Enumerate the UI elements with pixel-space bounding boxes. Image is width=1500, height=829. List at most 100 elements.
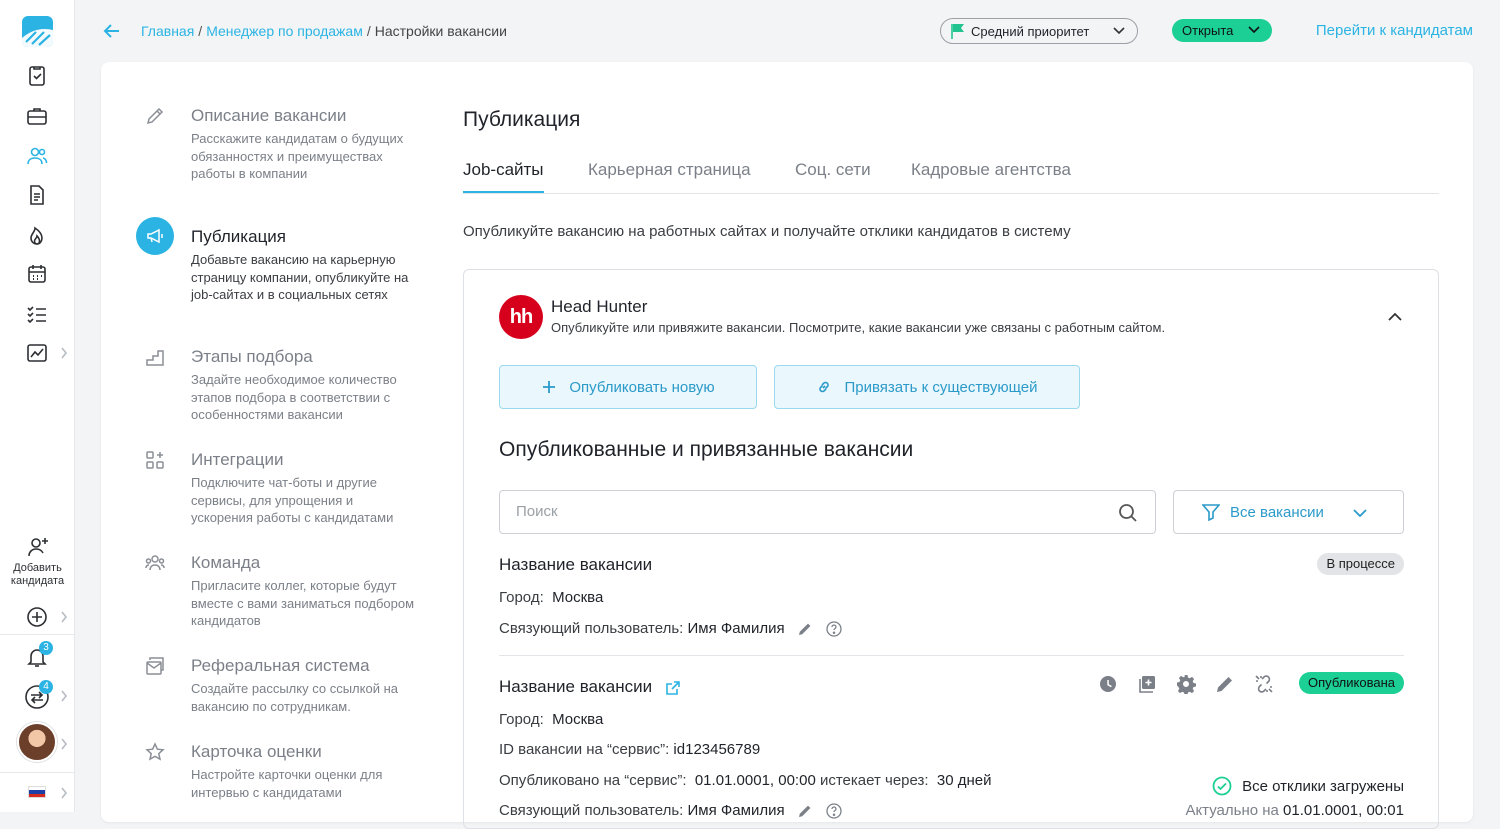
loaded-label: Все отклики загружены <box>1242 777 1404 795</box>
step-scorecard[interactable]: Карточка оценки Настройте карточки оценк… <box>191 742 416 801</box>
headhunter-panel: hh Head Hunter Опубликуйте или привяжите… <box>463 269 1439 829</box>
step-description[interactable]: Описание вакансии Расскажите кандидатам … <box>191 106 416 183</box>
id-value: id123456789 <box>673 741 761 758</box>
edit-icon[interactable] <box>1215 674 1235 694</box>
pencil-icon[interactable] <box>797 621 813 637</box>
gear-icon[interactable] <box>1176 674 1196 694</box>
user-avatar[interactable] <box>17 722 57 762</box>
chevron-right-icon[interactable] <box>60 690 68 702</box>
divider <box>499 655 1404 656</box>
vacancy-linked-user: Связующий пользователь: Имя Фамилия <box>499 620 842 637</box>
external-link-icon[interactable] <box>665 680 681 696</box>
tab-agencies[interactable]: Кадровые агентства <box>911 160 1071 180</box>
provider-name: Head Hunter <box>551 297 648 316</box>
calendar-icon[interactable] <box>26 263 48 285</box>
step-title: Интеграции <box>191 450 284 469</box>
back-arrow-icon[interactable] <box>103 22 121 40</box>
step-referral[interactable]: Реферальная система Создайте рассылку со… <box>191 656 416 715</box>
city-value: Москва <box>552 589 604 606</box>
unlink-icon[interactable] <box>1254 674 1274 694</box>
step-team[interactable]: Команда Пригласите коллег, которые будут… <box>191 553 416 630</box>
page-title: Публикация <box>463 108 581 131</box>
chevron-right-icon[interactable] <box>60 347 68 359</box>
actual-label: Актуально на <box>1185 802 1279 819</box>
breadcrumb-current: Настройки вакансии <box>374 23 507 39</box>
help-icon[interactable] <box>825 803 842 819</box>
vacancy-title: Название вакансии <box>499 555 653 574</box>
tab-social[interactable]: Соц. сети <box>795 160 871 180</box>
pencil-icon[interactable] <box>797 803 813 819</box>
step-title: Публикация <box>191 227 287 246</box>
plus-icon <box>543 381 556 393</box>
analytics-icon[interactable] <box>26 342 48 364</box>
actual-value: 01.01.0001, 00:01 <box>1283 802 1404 819</box>
tab-career-page[interactable]: Карьерная страница <box>588 160 751 180</box>
add-circle-icon[interactable] <box>26 606 48 628</box>
icon-rail: Добавить кандидата 3 4 <box>0 0 75 812</box>
flag-icon <box>951 23 965 39</box>
language-flag-icon[interactable] <box>28 786 46 798</box>
vacancies-icon[interactable] <box>26 65 48 87</box>
step-desc: Создайте рассылку со ссылкой на вакансию… <box>191 681 398 714</box>
step-publication[interactable]: Публикация Добавьте вакансию на карьерну… <box>191 227 416 304</box>
expires-label: истекает через: <box>819 772 929 789</box>
vacancy-settings-card: Описание вакансии Расскажите кандидатам … <box>101 62 1473 829</box>
document-icon[interactable] <box>26 184 48 206</box>
responses-loaded-status: Все отклики загружены <box>1212 776 1404 796</box>
step-desc: Расскажите кандидатам о будущих обязанно… <box>191 131 404 181</box>
app-logo[interactable] <box>22 16 53 47</box>
status-label: Открыта <box>1182 23 1234 38</box>
step-title: Описание вакансии <box>191 106 347 125</box>
filter-icon <box>1202 503 1220 521</box>
chevron-right-icon[interactable] <box>60 611 68 623</box>
rail-divider <box>0 772 75 773</box>
filter-label: Все вакансии <box>1230 503 1324 521</box>
search-icon[interactable] <box>1118 503 1138 523</box>
mail-icon <box>145 656 165 676</box>
vacancy-title-text: Название вакансии <box>499 677 653 696</box>
megaphone-icon <box>136 217 174 255</box>
add-candidate-button[interactable]: Добавить кандидата <box>0 535 75 588</box>
chevron-up-icon[interactable] <box>1388 312 1402 322</box>
city-value: Москва <box>552 711 604 728</box>
rail-divider <box>0 634 75 635</box>
status-badge: В процессе <box>1317 553 1404 575</box>
breadcrumb-home[interactable]: Главная <box>141 23 194 39</box>
chevron-down-icon <box>1248 25 1260 35</box>
fire-icon[interactable] <box>26 224 48 246</box>
add-candidate-label: Добавить кандидата <box>10 562 65 587</box>
checklist-icon[interactable] <box>26 303 48 325</box>
go-to-candidates-link[interactable]: Перейти к кандидатам <box>1316 22 1473 39</box>
provider-description: Опубликуйте или привяжите вакансии. Посм… <box>551 320 1166 335</box>
help-icon[interactable] <box>825 621 842 637</box>
publish-new-button[interactable]: Опубликовать новую <box>499 365 757 409</box>
city-label: Город: <box>499 711 544 728</box>
chevron-right-icon[interactable] <box>60 787 68 799</box>
step-desc: Задайте необходимое количество этапов по… <box>191 372 397 422</box>
user-label: Связующий пользователь: <box>499 620 684 637</box>
breadcrumb-vacancy[interactable]: Менеджер по продажам <box>206 23 363 39</box>
step-integrations[interactable]: Интеграции Подключите чат-боты и другие … <box>191 450 416 527</box>
status-badge: Опубликована <box>1299 672 1404 694</box>
briefcase-icon[interactable] <box>26 105 48 127</box>
link-icon <box>819 381 830 393</box>
star-icon <box>145 742 165 762</box>
history-icon[interactable] <box>1098 674 1118 694</box>
user-value: Имя Фамилия <box>687 620 785 637</box>
candidates-icon[interactable] <box>26 145 48 167</box>
step-stages[interactable]: Этапы подбора Задайте необходимое количе… <box>191 347 416 424</box>
duplicate-icon[interactable] <box>1137 674 1157 694</box>
step-desc: Настройте карточки оценки для интервью с… <box>191 767 383 800</box>
tab-job-sites[interactable]: Job-сайты <box>463 160 544 193</box>
check-circle-icon <box>1212 776 1232 796</box>
search-input[interactable] <box>516 503 1096 520</box>
vacancy-filter-dropdown[interactable]: Все вакансии <box>1173 490 1404 534</box>
link-existing-button[interactable]: Привязать к существующей <box>774 365 1080 409</box>
priority-label: Средний приоритет <box>971 23 1090 39</box>
vacancy-status-dropdown[interactable]: Открыта <box>1172 19 1272 42</box>
vacancy-published: Опубликовано на “сервис”: 01.01.0001, 00… <box>499 772 992 789</box>
priority-dropdown[interactable]: Средний приоритет <box>940 18 1138 44</box>
vacancy-external-id: ID вакансии на “сервис”: id123456789 <box>499 741 760 758</box>
notifications-badge: 3 <box>39 641 53 655</box>
chevron-right-icon[interactable] <box>60 738 68 750</box>
